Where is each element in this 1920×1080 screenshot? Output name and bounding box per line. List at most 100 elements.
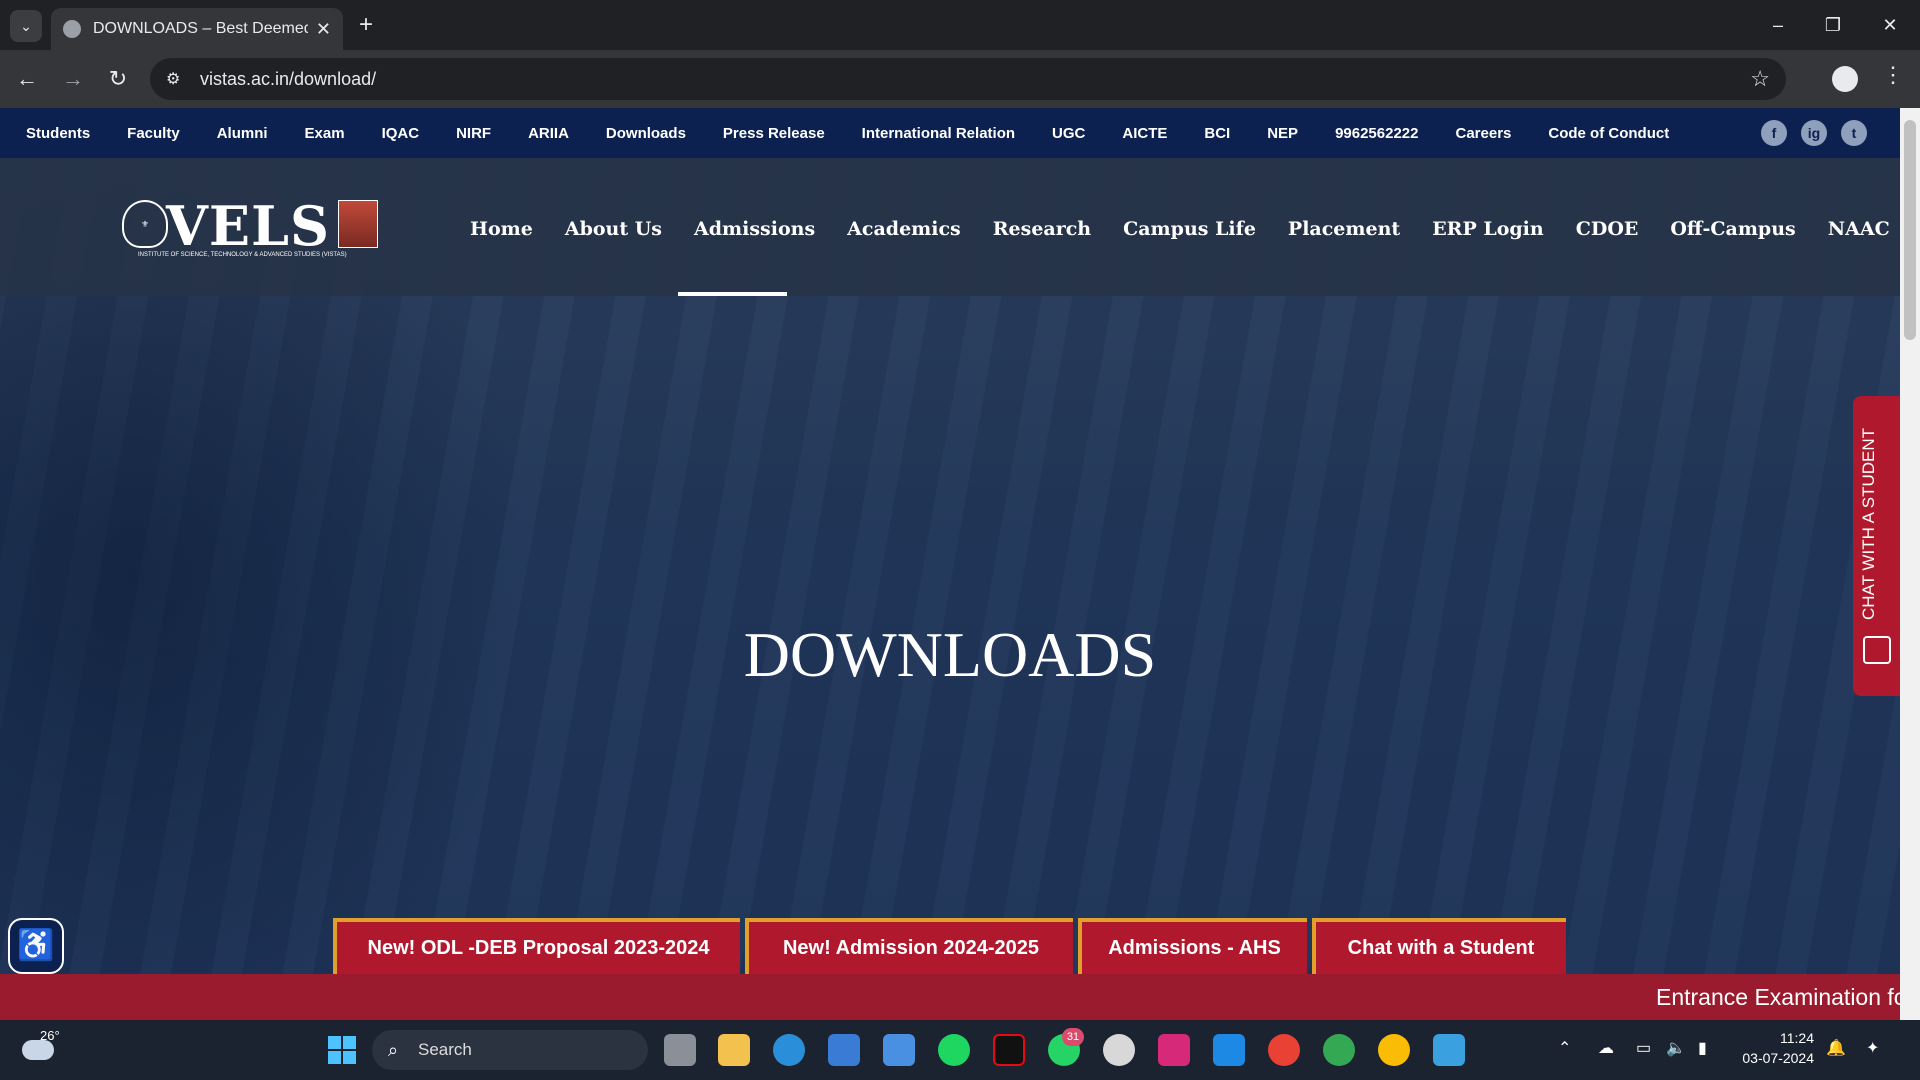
topnav-nirf[interactable]: NIRF: [456, 125, 491, 142]
founder-portrait: [338, 200, 378, 248]
vels-logo[interactable]: ⚜ VELS INSTITUTE OF SCIENCE, TECHNOLOGY …: [122, 198, 378, 262]
menu-admissions[interactable]: Admissions: [694, 218, 815, 240]
taskbar-search[interactable]: ⌕ Search: [372, 1030, 648, 1070]
windows-start-icon[interactable]: [328, 1036, 356, 1064]
facebook-icon[interactable]: f: [1761, 120, 1787, 146]
site-favicon-icon: [63, 20, 81, 38]
close-window-button[interactable]: ✕: [1870, 10, 1910, 40]
chat-with-student-side-tab[interactable]: CHAT WITH A STUDENT: [1853, 396, 1900, 696]
volume-muted-icon[interactable]: 🔈: [1666, 1038, 1686, 1058]
instagram-app-icon[interactable]: [1158, 1034, 1190, 1066]
chat-side-label: CHAT WITH A STUDENT: [1859, 427, 1878, 621]
browser-menu-icon[interactable]: ⋮: [1882, 62, 1904, 88]
menu-naac[interactable]: NAAC: [1828, 218, 1890, 240]
minimize-button[interactable]: –: [1758, 10, 1798, 40]
back-button[interactable]: ←: [12, 64, 42, 94]
close-tab-icon[interactable]: ✕: [316, 19, 331, 40]
search-placeholder: Search: [418, 1040, 472, 1059]
copilot-icon[interactable]: ✦: [1866, 1038, 1879, 1058]
edge-icon[interactable]: [773, 1034, 805, 1066]
accessibility-button[interactable]: ♿: [8, 918, 64, 974]
chrome-profile-3-icon[interactable]: [1378, 1034, 1410, 1066]
netflix-icon[interactable]: [993, 1034, 1025, 1066]
menu-research[interactable]: Research: [993, 218, 1091, 240]
reload-button[interactable]: ↻: [103, 64, 133, 94]
promo-admission-button[interactable]: New! Admission 2024-2025: [745, 918, 1073, 974]
topnav-code-of-conduct[interactable]: Code of Conduct: [1548, 125, 1669, 142]
chevron-up-icon[interactable]: ⌃: [1558, 1038, 1571, 1058]
system-clock[interactable]: 11:24 03-07-2024: [1734, 1028, 1814, 1068]
spotify-icon[interactable]: [938, 1034, 970, 1066]
topnav-alumni[interactable]: Alumni: [217, 125, 268, 142]
logo-text: VELS: [166, 194, 331, 258]
topnav-students[interactable]: Students: [26, 125, 90, 142]
topnav-ariia[interactable]: ARIIA: [528, 125, 569, 142]
tab-title: DOWNLOADS – Best Deemed U: [93, 20, 308, 37]
main-menu: Home About Us Admissions Academics Resea…: [470, 218, 1900, 240]
browser-toolbar: ← → ↻ ⚙ vistas.ac.in/download/ ☆ ⋮: [0, 50, 1920, 108]
file-explorer-icon[interactable]: [718, 1034, 750, 1066]
menu-academics[interactable]: Academics: [847, 218, 961, 240]
menu-placement[interactable]: Placement: [1288, 218, 1400, 240]
menu-home[interactable]: Home: [470, 218, 533, 240]
top-utility-nav: Students Faculty Alumni Exam IQAC NIRF A…: [0, 108, 1900, 158]
mail-icon[interactable]: [883, 1034, 915, 1066]
address-bar[interactable]: ⚙ vistas.ac.in/download/ ☆: [150, 58, 1786, 100]
bookmark-star-icon[interactable]: ☆: [1750, 66, 1770, 92]
forward-button[interactable]: →: [58, 64, 88, 94]
scrollbar-thumb[interactable]: [1904, 120, 1916, 340]
browser-tab[interactable]: DOWNLOADS – Best Deemed U ✕: [51, 8, 343, 50]
profile-icon[interactable]: [1832, 66, 1858, 92]
network-icon[interactable]: ▭: [1636, 1038, 1651, 1058]
website-viewport: Students Faculty Alumni Exam IQAC NIRF A…: [0, 108, 1900, 1020]
chrome-profile-2-icon[interactable]: [1323, 1034, 1355, 1066]
promo-odl-deb-button[interactable]: New! ODL -DEB Proposal 2023-2024: [333, 918, 740, 974]
clock-app-icon[interactable]: [1103, 1034, 1135, 1066]
topnav-careers[interactable]: Careers: [1456, 125, 1512, 142]
topnav-nep[interactable]: NEP: [1267, 125, 1298, 142]
instagram-icon[interactable]: ig: [1801, 120, 1827, 146]
chrome-icon[interactable]: [1268, 1034, 1300, 1066]
topnav-faculty[interactable]: Faculty: [127, 125, 180, 142]
news-ticker: Entrance Examination fo: [0, 974, 1900, 1020]
store-icon[interactable]: [828, 1034, 860, 1066]
twitter-icon[interactable]: t: [1841, 120, 1867, 146]
photos-icon[interactable]: [1433, 1034, 1465, 1066]
menu-erp-login[interactable]: ERP Login: [1432, 218, 1544, 240]
browser-tab-bar: ⌄ DOWNLOADS – Best Deemed U ✕ + – ❐ ✕: [0, 0, 1920, 50]
topnav-press-release[interactable]: Press Release: [723, 125, 825, 142]
topnav-international-relation[interactable]: International Relation: [862, 125, 1015, 142]
promo-admissions-ahs-button[interactable]: Admissions - AHS: [1078, 918, 1307, 974]
menu-off-campus[interactable]: Off-Campus: [1670, 218, 1795, 240]
promo-chat-student-button[interactable]: Chat with a Student: [1312, 918, 1566, 974]
topnav-aicte[interactable]: AICTE: [1122, 125, 1167, 142]
topnav-bci[interactable]: BCI: [1204, 125, 1230, 142]
notification-bell-icon[interactable]: 🔔: [1826, 1038, 1846, 1058]
topnav-phone[interactable]: 9962562222: [1335, 125, 1418, 142]
ticker-text[interactable]: Entrance Examination fo: [1656, 974, 1900, 1020]
menu-about-us[interactable]: About Us: [565, 218, 662, 240]
clock-date: 03-07-2024: [1742, 1050, 1814, 1066]
vscode-icon[interactable]: [1213, 1034, 1245, 1066]
logo-subtitle: INSTITUTE OF SCIENCE, TECHNOLOGY & ADVAN…: [138, 252, 347, 258]
battery-icon[interactable]: ▮: [1698, 1038, 1707, 1058]
topnav-downloads[interactable]: Downloads: [606, 125, 686, 142]
cloud-icon: [22, 1040, 54, 1060]
new-tab-button[interactable]: +: [352, 11, 380, 39]
onedrive-icon[interactable]: ☁: [1598, 1038, 1614, 1058]
menu-campus-life[interactable]: Campus Life: [1123, 218, 1256, 240]
weather-widget[interactable]: 26°: [22, 1028, 60, 1063]
topnav-exam[interactable]: Exam: [305, 125, 345, 142]
menu-cdoe[interactable]: CDOE: [1576, 218, 1639, 240]
task-view-icon[interactable]: [664, 1034, 696, 1066]
whatsapp-badge: 31: [1062, 1028, 1084, 1046]
tab-search-button[interactable]: ⌄: [10, 10, 42, 42]
topnav-iqac[interactable]: IQAC: [382, 125, 420, 142]
chat-icon: [1863, 636, 1891, 664]
topnav-ugc[interactable]: UGC: [1052, 125, 1085, 142]
restore-button[interactable]: ❐: [1813, 10, 1853, 40]
page-title: DOWNLOADS: [743, 619, 1157, 690]
page-scrollbar[interactable]: [1900, 108, 1920, 1020]
site-info-icon[interactable]: ⚙: [166, 69, 190, 89]
url-text[interactable]: vistas.ac.in/download/: [200, 69, 1750, 90]
